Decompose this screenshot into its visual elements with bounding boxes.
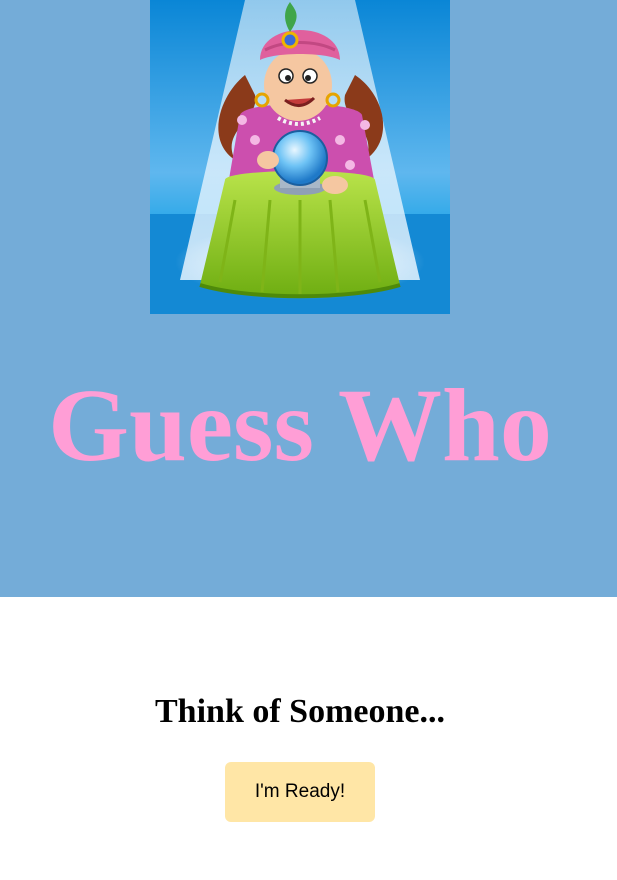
fortune-teller-illustration bbox=[150, 0, 450, 314]
prompt-heading: Think of Someone... bbox=[155, 693, 445, 730]
hero-section: Guess Who bbox=[0, 0, 617, 597]
page-title: Guess Who bbox=[48, 368, 552, 483]
ready-button[interactable]: I'm Ready! bbox=[225, 762, 375, 822]
